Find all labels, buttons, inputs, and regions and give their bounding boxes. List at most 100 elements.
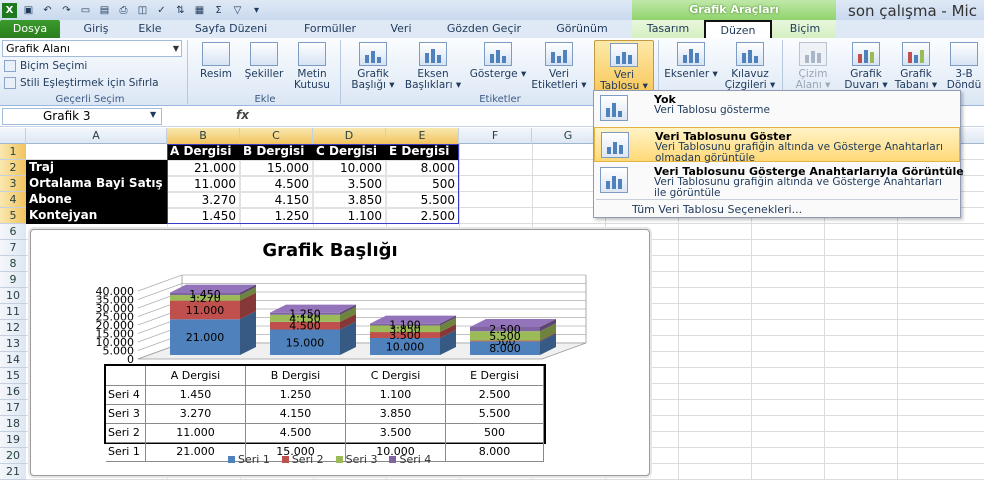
row-header[interactable]: 3	[0, 176, 26, 192]
tab-formuller[interactable]: Formüller	[296, 20, 364, 38]
name-box[interactable]: Grafik 3	[2, 108, 162, 125]
menu-item-more-options[interactable]: Tüm Veri Tablosu Seçenekleri...	[632, 203, 802, 216]
row-header[interactable]: 1	[0, 144, 26, 160]
chart-title-button[interactable]: Grafik Başlığı ▾	[348, 40, 398, 92]
spellcheck-icon[interactable]: ✓	[154, 3, 169, 18]
cell-row-label[interactable]: Kontejyan	[26, 208, 167, 224]
gridlines-button[interactable]: Kılavuz Çizgileri ▾	[722, 40, 778, 92]
tab-tasarim[interactable]: Tasarım	[638, 20, 698, 38]
customize-toolbar-icon[interactable]: ▾	[249, 3, 264, 18]
cell-header[interactable]: E Dergisi	[386, 144, 459, 160]
cell-value[interactable]: 1.450	[167, 208, 240, 224]
row-header[interactable]: 14	[0, 352, 26, 368]
cell-value[interactable]: 500	[386, 176, 459, 192]
plot-area-button[interactable]: Çizim Alanı ▾	[786, 40, 840, 92]
cell-value[interactable]: 21.000	[167, 160, 240, 176]
row-header[interactable]: 5	[0, 208, 26, 224]
menu-item-none[interactable]: Yok Veri Tablosu gösterme	[594, 91, 960, 126]
new-file-icon[interactable]: ▭	[78, 3, 93, 18]
row-header[interactable]: 20	[0, 448, 26, 464]
tab-bicim[interactable]: Biçim	[780, 20, 830, 38]
row-header[interactable]: 19	[0, 432, 26, 448]
column-header-e[interactable]: E	[386, 128, 459, 144]
row-header[interactable]: 21	[0, 464, 26, 480]
cell-value[interactable]: 3.270	[167, 192, 240, 208]
cell-row-label[interactable]: Ortalama Bayi Satış	[26, 176, 167, 192]
3d-rotation-button[interactable]: 3-B Döndü	[944, 40, 984, 92]
column-header-b[interactable]: B	[167, 128, 240, 144]
chart-legend[interactable]: Seri 1 Seri 2 Seri 3 Seri 4	[228, 453, 431, 466]
row-header[interactable]: 15	[0, 368, 26, 384]
row-header[interactable]: 2	[0, 160, 26, 176]
chart-data-table[interactable]: A Dergisi B Dergisi C Dergisi E Dergisi Seri…	[104, 364, 546, 462]
name-box-chevron-icon[interactable]: ▼	[150, 110, 156, 119]
cell-value[interactable]: 1.250	[240, 208, 313, 224]
chart-wall-button[interactable]: Grafik Duvarı ▾	[842, 40, 890, 92]
cell-value[interactable]: 1.100	[313, 208, 386, 224]
cell-value[interactable]: 4.150	[240, 192, 313, 208]
row-header[interactable]: 7	[0, 240, 26, 256]
textbox-button[interactable]: Metin Kutusu	[290, 40, 334, 92]
row-header[interactable]: 6	[0, 224, 26, 240]
row-header[interactable]: 12	[0, 320, 26, 336]
excel-logo-icon[interactable]: X	[2, 2, 17, 18]
filter-icon[interactable]: ▽	[230, 3, 245, 18]
row-header[interactable]: 16	[0, 384, 26, 400]
tab-gorunum[interactable]: Görünüm	[550, 20, 614, 38]
row-header[interactable]: 18	[0, 416, 26, 432]
tab-gozden-gecir[interactable]: Gözden Geçir	[440, 20, 528, 38]
insert-function-icon[interactable]: fx	[236, 108, 249, 122]
column-header-a[interactable]: A	[26, 128, 167, 144]
cell-value[interactable]: 3.500	[313, 176, 386, 192]
tab-dosya[interactable]: Dosya	[0, 20, 60, 38]
cell-value[interactable]: 10.000	[313, 160, 386, 176]
column-header-d[interactable]: D	[313, 128, 386, 144]
preview-icon[interactable]: ◫	[135, 3, 150, 18]
cell-value[interactable]: 2.500	[386, 208, 459, 224]
cell-header[interactable]: C Dergisi	[313, 144, 386, 160]
row-header[interactable]: 10	[0, 288, 26, 304]
axis-titles-button[interactable]: Eksen Başlıkları ▾	[402, 40, 464, 92]
sum-icon[interactable]: Σ	[211, 3, 226, 18]
reset-style-button[interactable]: Stili Eşleştirmek için Sıfırla	[4, 77, 159, 89]
column-header-f[interactable]: F	[459, 128, 532, 144]
menu-item-show-with-legend-keys[interactable]: Veri Tablosunu Gösterge Anahtarlarıyla G…	[594, 163, 964, 199]
chart-icon[interactable]: ▦	[192, 3, 207, 18]
data-table-button[interactable]: Veri Tablosu ▾	[594, 40, 654, 92]
tab-ekle[interactable]: Ekle	[132, 20, 168, 38]
row-header[interactable]: 4	[0, 192, 26, 208]
redo-icon[interactable]: ↷	[59, 3, 74, 18]
select-all-corner[interactable]	[0, 128, 26, 144]
tab-duzen[interactable]: Düzen	[704, 20, 772, 38]
save-icon[interactable]: ▣	[21, 3, 36, 18]
column-header-c[interactable]: C	[240, 128, 313, 144]
format-selection-button[interactable]: Biçim Seçimi	[4, 60, 87, 72]
cell-value[interactable]: 15.000	[240, 160, 313, 176]
cell-value[interactable]: 8.000	[386, 160, 459, 176]
tab-giris[interactable]: Giriş	[78, 20, 114, 38]
row-header[interactable]: 17	[0, 400, 26, 416]
print-icon[interactable]: ⎙	[116, 3, 131, 18]
shapes-button[interactable]: Şekiller	[240, 40, 288, 92]
cell-header[interactable]: A Dergisi	[167, 144, 240, 160]
cell-row-label[interactable]: Traj	[26, 160, 167, 176]
row-header[interactable]: 8	[0, 256, 26, 272]
tab-veri[interactable]: Veri	[384, 20, 418, 38]
menu-item-show-data-table[interactable]: Veri Tablosunu Göster Veri Tablosunu gra…	[594, 127, 960, 164]
undo-icon[interactable]: ↶	[40, 3, 55, 18]
axes-button[interactable]: Eksenler ▾	[662, 40, 720, 92]
cell-row-label[interactable]: Abone	[26, 192, 167, 208]
cell-value[interactable]: 3.850	[313, 192, 386, 208]
open-folder-icon[interactable]: ▤	[97, 3, 112, 18]
cell-value[interactable]: 4.500	[240, 176, 313, 192]
sort-icon[interactable]: ⇅	[173, 3, 188, 18]
legend-button[interactable]: Gösterge ▾	[468, 40, 528, 92]
plot-area[interactable]: 05.00010.00015.00020.00025.00030.00035.0…	[30, 229, 650, 369]
picture-button[interactable]: Resim	[194, 40, 238, 92]
cell-value[interactable]: 5.500	[386, 192, 459, 208]
row-header[interactable]: 9	[0, 272, 26, 288]
cell-value[interactable]: 11.000	[167, 176, 240, 192]
cell-header[interactable]: B Dergisi	[240, 144, 313, 160]
data-labels-button[interactable]: Veri Etiketleri ▾	[530, 40, 588, 92]
row-header[interactable]: 13	[0, 336, 26, 352]
